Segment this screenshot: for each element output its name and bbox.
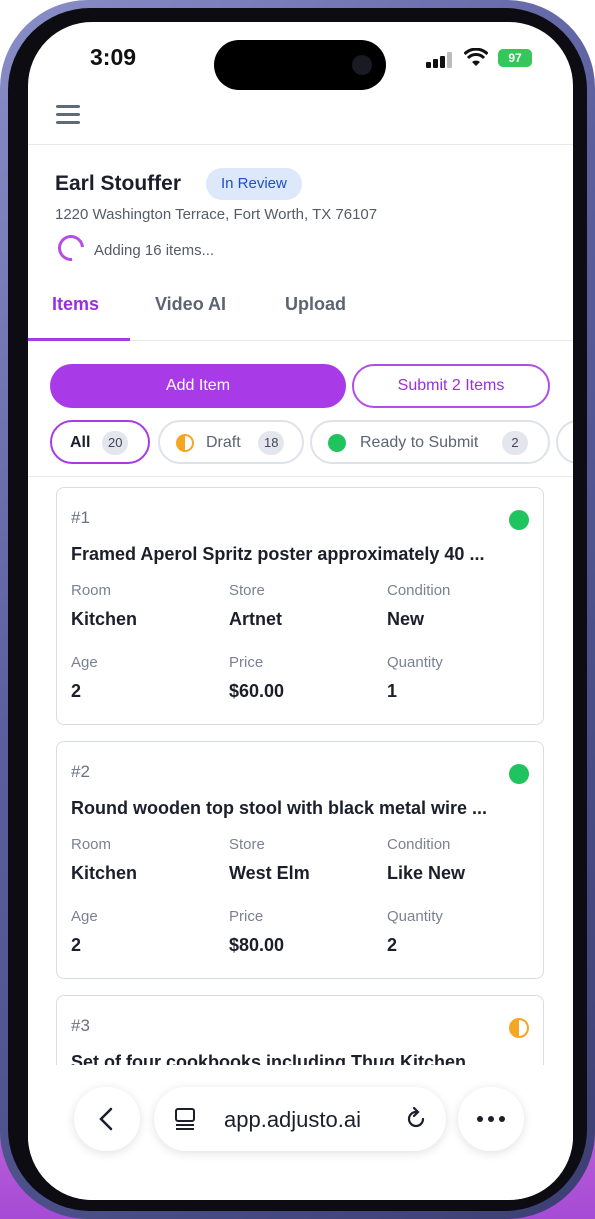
active-tab-indicator <box>28 338 130 341</box>
chevron-left-icon <box>99 1107 113 1131</box>
ready-status-icon <box>328 434 346 452</box>
ready-status-icon <box>509 510 529 530</box>
item-description: Round wooden top stool with black metal … <box>71 798 488 818</box>
header-divider <box>28 144 573 145</box>
field-room: Room Kitchen <box>71 836 138 883</box>
item-card[interactable]: #3 Set of four cookbooks including Thug … <box>56 995 544 1065</box>
filter-count: 18 <box>258 431 285 455</box>
hamburger-icon[interactable] <box>56 105 80 125</box>
browser-toolbar: app.adjusto.ai <box>28 1065 573 1200</box>
item-card[interactable]: #1 Framed Aperol Spritz poster approxima… <box>56 487 544 725</box>
item-description: Set of four cookbooks including Thug Kit… <box>71 1052 486 1065</box>
item-number: #2 <box>71 762 90 781</box>
progress-text: Adding 16 items... <box>94 242 215 259</box>
field-store: Store West Elm <box>229 836 310 883</box>
submit-items-button[interactable]: Submit 2 Items <box>352 364 550 408</box>
back-button[interactable] <box>74 1087 140 1151</box>
item-number: #3 <box>71 1016 90 1035</box>
filter-label: Ready to Submit <box>360 434 479 451</box>
field-price: Price $80.00 <box>229 908 285 955</box>
filter-count: 2 <box>502 431 528 455</box>
url-text: app.adjusto.ai <box>224 1107 361 1132</box>
signal-icon <box>426 52 454 68</box>
address-bar[interactable]: app.adjusto.ai <box>154 1087 446 1151</box>
wifi-icon <box>464 48 488 66</box>
field-age: Age 2 <box>71 654 98 701</box>
item-description: Framed Aperol Spritz poster approximatel… <box>71 544 485 564</box>
more-button[interactable] <box>458 1087 524 1151</box>
filter-all[interactable]: All 20 <box>50 420 150 464</box>
camera-icon <box>352 55 372 75</box>
battery-icon: 97 <box>498 49 532 67</box>
filter-ready-to-submit[interactable]: Ready to Submit 2 <box>310 420 550 464</box>
field-quantity: Quantity 2 <box>387 908 443 955</box>
tab-upload[interactable]: Upload <box>285 294 346 315</box>
draft-status-icon <box>509 1018 529 1038</box>
reload-icon[interactable] <box>404 1107 428 1131</box>
claimant-name: Earl Stouffer <box>55 172 182 195</box>
field-price: Price $60.00 <box>229 654 285 701</box>
phone-screen: 3:09 97 Earl Stouffer In Review 1220 Was… <box>28 22 573 1200</box>
filter-draft[interactable]: Draft 18 <box>158 420 304 464</box>
field-age: Age 2 <box>71 908 98 955</box>
item-number: #1 <box>71 508 90 527</box>
add-item-button[interactable]: Add Item <box>50 364 346 408</box>
status-time: 3:09 <box>90 44 137 70</box>
tab-video-ai[interactable]: Video AI <box>155 294 226 315</box>
filter-label: Draft <box>206 434 241 451</box>
page-settings-icon <box>175 1108 195 1130</box>
field-quantity: Quantity 1 <box>387 654 443 701</box>
tab-items[interactable]: Items <box>52 294 99 315</box>
filter-overflow-chip[interactable] <box>556 420 573 464</box>
filter-label: All <box>70 434 91 451</box>
item-list[interactable]: #1 Framed Aperol Spritz poster approxima… <box>28 477 573 1065</box>
dynamic-island <box>214 40 386 90</box>
claim-address: 1220 Washington Terrace, Fort Worth, TX … <box>55 206 378 223</box>
field-condition: Condition Like New <box>387 836 466 883</box>
field-room: Room Kitchen <box>71 582 138 629</box>
item-card[interactable]: #2 Round wooden top stool with black met… <box>56 741 544 979</box>
field-store: Store Artnet <box>229 582 282 629</box>
status-badge: In Review <box>206 168 302 200</box>
draft-status-icon <box>176 434 194 452</box>
field-condition: Condition New <box>387 582 451 629</box>
filter-count: 20 <box>102 431 129 455</box>
loading-spinner-icon <box>52 229 90 267</box>
ready-status-icon <box>509 764 529 784</box>
more-icon <box>477 1116 505 1122</box>
